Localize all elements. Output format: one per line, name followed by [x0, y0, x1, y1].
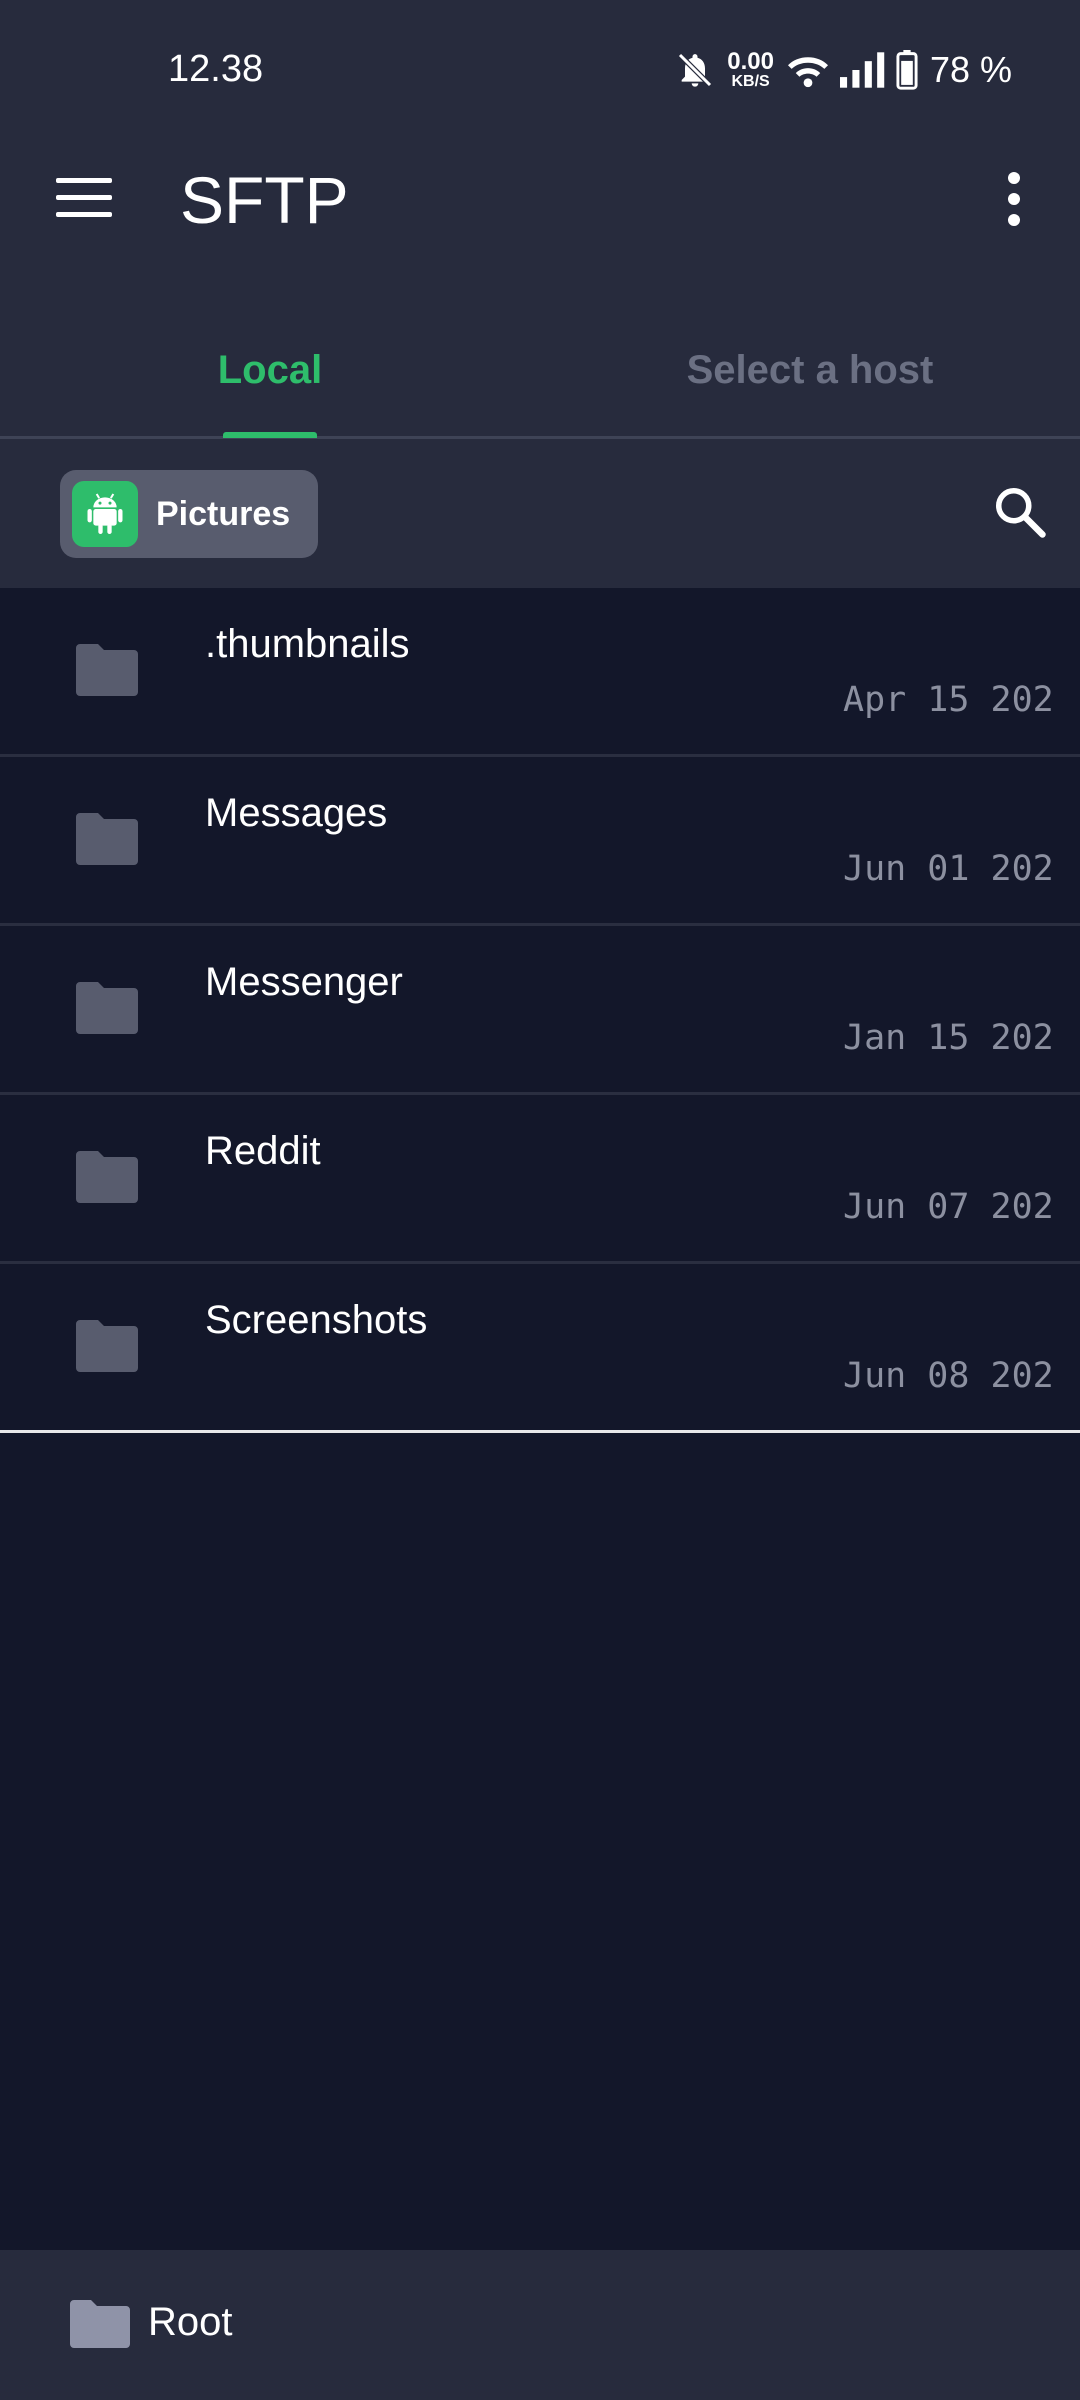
list-item[interactable]: Screenshots Jun 08 202 [0, 1264, 1080, 1433]
tab-divider [0, 436, 1080, 439]
more-vertical-icon [1008, 172, 1020, 226]
top-bar: 12.38 0.00 KB/S 78 % SFTP Local Select a… [0, 0, 1080, 588]
wifi-icon [786, 50, 830, 90]
file-date: Jun 08 202 [843, 1356, 1054, 1396]
folder-icon [76, 1151, 138, 1203]
file-name: Screenshots [205, 1298, 428, 1342]
app-title: SFTP [180, 163, 349, 237]
tab-select-host[interactable]: Select a host [610, 330, 1010, 410]
folder-icon [76, 982, 138, 1034]
network-speed: 0.00 KB/S [727, 50, 774, 90]
file-name: Messages [205, 791, 388, 835]
menu-button[interactable] [52, 170, 116, 226]
folder-icon [76, 644, 138, 696]
list-item[interactable]: Messages Jun 01 202 [0, 757, 1080, 926]
search-button[interactable] [990, 482, 1050, 542]
bottom-bar[interactable]: Root [0, 2250, 1080, 2400]
file-name: .thumbnails [205, 622, 410, 666]
path-chip-pictures[interactable]: Pictures [60, 470, 318, 558]
more-options-button[interactable] [990, 168, 1038, 232]
file-date: Jan 15 202 [843, 1018, 1054, 1058]
file-name: Messenger [205, 960, 403, 1004]
battery-percentage: 78 % [929, 49, 1012, 90]
folder-icon [76, 813, 138, 865]
folder-icon [70, 2300, 130, 2348]
list-item[interactable]: .thumbnails Apr 15 202 [0, 588, 1080, 757]
tab-local[interactable]: Local [120, 330, 420, 410]
search-icon [996, 488, 1046, 538]
tab-indicator [223, 432, 317, 438]
list-item[interactable]: Messenger Jan 15 202 [0, 926, 1080, 1095]
net-speed-unit: KB/S [731, 73, 770, 90]
bell-off-icon [675, 50, 715, 90]
battery-icon [896, 50, 918, 90]
hamburger-menu-icon [56, 178, 112, 217]
android-icon [72, 481, 138, 547]
list-item[interactable]: Reddit Jun 07 202 [0, 1095, 1080, 1264]
file-date: Jun 01 202 [843, 849, 1054, 889]
file-name: Reddit [205, 1129, 321, 1173]
signal-icon [839, 52, 886, 88]
net-speed-value: 0.00 [727, 48, 774, 75]
status-icons: 0.00 KB/S 78 % [675, 44, 1012, 96]
folder-icon [76, 1320, 138, 1372]
status-time: 12.38 [168, 48, 264, 90]
root-label: Root [148, 2300, 233, 2344]
file-date: Apr 15 202 [843, 680, 1054, 720]
file-list: .thumbnails Apr 15 202 Messages Jun 01 2… [0, 588, 1080, 1433]
path-chip-label: Pictures [156, 494, 291, 533]
file-date: Jun 07 202 [843, 1187, 1054, 1227]
